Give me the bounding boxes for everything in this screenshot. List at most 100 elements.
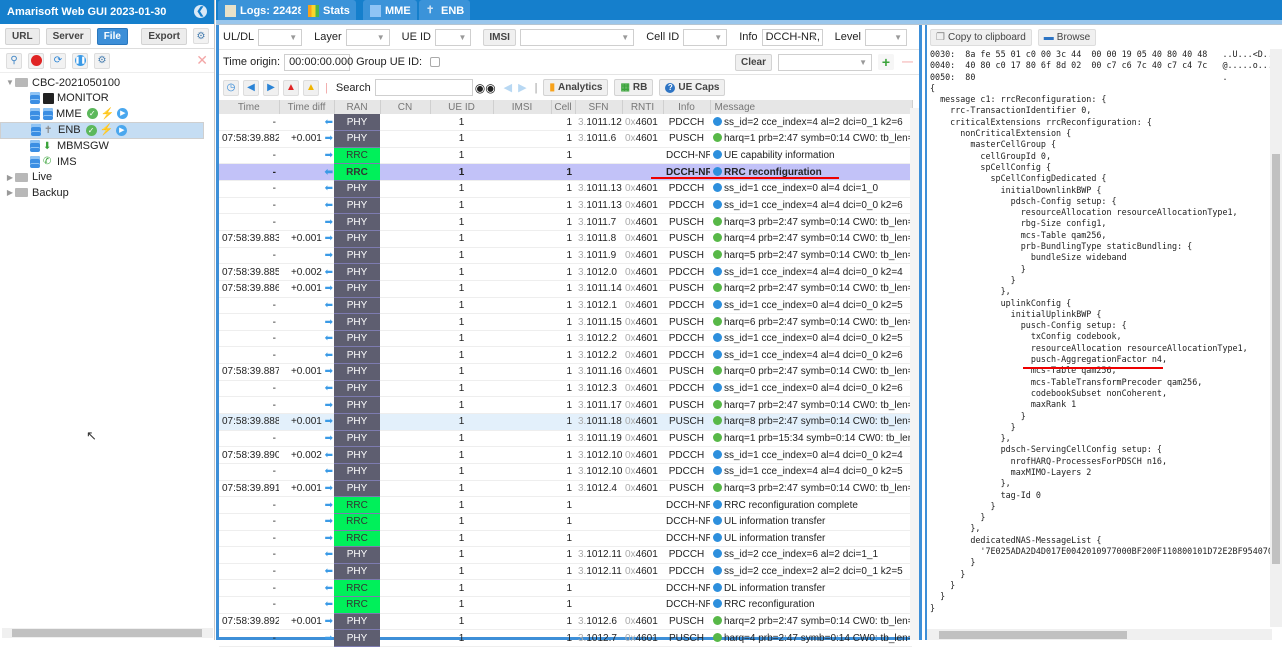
play-icon[interactable]: ▶ — [117, 108, 129, 120]
filter-preset-select[interactable]: ▼ — [778, 53, 872, 71]
connect-icon[interactable]: ⚙ — [94, 52, 110, 69]
export-button[interactable]: Export — [141, 27, 187, 45]
column-header[interactable]: Message — [710, 100, 913, 114]
table-row[interactable]: - ⬅ PHY 1 1 3.1011.12 0x4601 PDCCH ss_id=2 cce_… — [219, 114, 912, 132]
table-row[interactable]: - ⬅ PHY 1 1 3.1011.13 0x4601 PDCCH ss_id=1 cce_… — [219, 180, 912, 198]
table-row[interactable]: - ➡ PHY 1 1 3.1011.7 0x4601 PUSCH harq=3 prb=2:… — [219, 213, 912, 231]
expand-arrow-icon[interactable]: ▼ — [5, 78, 15, 87]
expand-arrow-icon[interactable]: ▶ — [5, 188, 15, 197]
tab-mme[interactable]: MME — [363, 0, 417, 22]
search-input[interactable] — [374, 79, 473, 96]
column-header[interactable]: RNTI — [622, 100, 664, 114]
table-row[interactable]: - ➡ RRC 1 1 DCCH-NR UL information transfer — [219, 513, 912, 531]
close-icon[interactable]: ✕ — [196, 52, 208, 69]
tab-stats[interactable]: Stats — [301, 0, 356, 22]
layer-select[interactable]: ▼ — [345, 28, 390, 46]
tree-node-mbmsgw[interactable]: ⬇ MBMSGW — [0, 139, 214, 155]
table-row[interactable]: 07:58:39.883 +0.001 ➡ PHY 1 1 3.1011.8 0x4601 P… — [219, 230, 912, 248]
table-row[interactable]: 07:58:39.885 +0.002 ⬅ PHY 1 1 3.1012.0 0x4601 P… — [219, 263, 912, 281]
tree-node-mme[interactable]: MME ✓ ⚡ ▶ — [0, 106, 214, 122]
table-row[interactable]: - ⬅ RRC 1 1 DCCH-NR DL information transfer — [219, 579, 912, 598]
level-select[interactable]: ▼ — [864, 28, 907, 46]
warning-icon[interactable]: ▲ — [303, 79, 319, 96]
ueid-select[interactable]: ▼ — [435, 28, 472, 46]
column-header[interactable]: UE ID — [430, 100, 494, 114]
search-prev-icon[interactable]: ◀ — [504, 81, 512, 94]
table-row[interactable]: - ⬅ PHY 1 1 3.1012.1 0x4601 PDCCH ss_id=1 cce_i… — [219, 297, 912, 315]
table-row[interactable]: 07:58:39.887 +0.001 ➡ PHY 1 1 3.1011.16 0x4601… — [219, 363, 912, 381]
cellid-select[interactable]: ▼ — [683, 28, 728, 46]
column-header[interactable]: Time — [219, 100, 280, 114]
expand-arrow-icon[interactable]: ▶ — [5, 173, 15, 182]
table-row[interactable]: - ➡ RRC 1 1 DCCH-NR UL information transfer — [219, 530, 912, 548]
search-icon[interactable]: ⚲ — [6, 52, 22, 69]
table-vertical-scrollbar[interactable] — [910, 108, 919, 640]
clock-icon[interactable]: ◷ — [223, 79, 239, 96]
table-row[interactable]: 07:58:39.882 +0.001 ➡ PHY 1 1 3.1011.6 0x4601 P… — [219, 130, 912, 148]
column-header[interactable]: IMSI — [493, 100, 552, 114]
table-row[interactable]: - ⬅ RRC 1 1 DCCH-NR RRC reconfiguration — [219, 596, 912, 614]
url-button[interactable]: URL — [5, 27, 40, 45]
arrow-right-icon[interactable]: ▶ — [263, 79, 279, 96]
group-ueid-checkbox[interactable] — [430, 57, 441, 67]
detail-vertical-scrollbar[interactable] — [1270, 49, 1282, 627]
tree-node-enb[interactable]: ✝ ENB ✓ ⚡ ▶ — [0, 121, 204, 139]
column-header[interactable]: CN — [380, 100, 431, 114]
info-select[interactable]: DCCH-NR, ▼ — [761, 28, 823, 46]
table-row[interactable]: - ⬅ PHY 1 1 3.1012.11 0x4601 PDCCH ss_id=2 cce_… — [219, 546, 912, 564]
rb-button[interactable]: ▦ RB — [614, 79, 654, 96]
table-row[interactable]: - ➡ PHY 1 1 3.1011.9 0x4601 PUSCH harq=5 prb=2:… — [219, 247, 912, 265]
table-row[interactable]: 07:58:39.886 +0.001 ➡ PHY 1 1 3.1011.14 0x4601… — [219, 280, 912, 298]
tree-node-monitor[interactable]: MONITOR — [0, 91, 214, 107]
arrow-left-icon[interactable]: ◀ — [243, 79, 259, 96]
column-header[interactable]: Time diff — [279, 100, 335, 114]
tree-node-live[interactable]: ▶ Live — [0, 170, 214, 186]
refresh-icon[interactable]: ⟳ — [50, 52, 66, 69]
binoculars-icon[interactable]: ◉◉ — [475, 81, 496, 95]
copy-to-clipboard-button[interactable]: ❐ Copy to clipboard — [930, 28, 1032, 46]
table-row[interactable]: - ⬅ PHY 1 1 3.1012.3 0x4601 PDCCH ss_id=1 cce_i… — [219, 380, 912, 398]
file-button[interactable]: File — [96, 27, 128, 45]
clear-button[interactable]: Clear — [734, 53, 772, 71]
pause-icon[interactable]: ❚❚ — [72, 52, 88, 69]
browse-button[interactable]: ▬ Browse — [1037, 28, 1097, 46]
detail-horizontal-scrollbar[interactable] — [927, 629, 1272, 640]
server-button[interactable]: Server — [45, 27, 91, 45]
table-row[interactable]: - ⬅ PHY 1 1 3.1012.11 0x4601 PDCCH ss_id=2 cce_… — [219, 563, 912, 581]
remove-icon[interactable]: — — [902, 56, 913, 68]
table-row[interactable]: - ➡ PHY 1 1 3.1011.19 0x4601 PUSCH harq=1 prb=1… — [219, 430, 912, 448]
uldl-select[interactable]: ▼ — [258, 28, 303, 46]
stop-icon[interactable] — [28, 52, 44, 69]
table-row[interactable]: - ⬅ PHY 1 1 3.1012.10 0x4601 PDCCH ss_id=1 cce_… — [219, 463, 912, 481]
tree-node-cbc[interactable]: ▼ CBC-2021050100 — [0, 75, 214, 91]
tree-node-ims[interactable]: ✆ IMS — [0, 154, 214, 170]
left-horizontal-scrollbar[interactable] — [2, 628, 213, 638]
table-row[interactable]: 07:58:39.890 +0.002 ⬅ PHY 1 1 3.1012.10 0x4601… — [219, 446, 912, 464]
table-row[interactable]: - ⬅ PHY 1 1 3.1011.13 0x4601 PDCCH ss_id=1 cce_… — [219, 197, 912, 215]
add-icon[interactable]: + — [878, 54, 894, 70]
play-icon[interactable]: ▶ — [116, 124, 128, 136]
tab-enb[interactable]: ✝ ENB — [419, 0, 471, 22]
table-row[interactable]: - ➡ RRC 1 1 DCCH-NR UE capability information — [219, 147, 912, 165]
time-origin-input[interactable]: 00:00:00.000 — [284, 53, 353, 71]
column-header[interactable]: RAN — [334, 100, 381, 114]
table-row[interactable]: 07:58:39.891 +0.001 ➡ PHY 1 1 3.1012.4 0x4601 P… — [219, 480, 912, 498]
tab-logs[interactable]: Logs: 22428 — [218, 0, 310, 22]
table-row[interactable]: 07:58:39.888 +0.001 ➡ PHY 1 1 3.1011.18 0x4601… — [219, 413, 912, 431]
analytics-button[interactable]: ▮ Analytics — [543, 79, 609, 96]
tree-node-backup[interactable]: ▶ Backup — [0, 185, 214, 201]
table-row[interactable]: - ➡ PHY 1 1 3.1011.17 0x4601 PUSCH harq=7 prb=2… — [219, 396, 912, 415]
table-row[interactable]: - ➡ PHY 1 1 3.1012.7 0x4601 PUSCH harq=4 prb=2:… — [219, 629, 912, 647]
column-header[interactable]: SFN — [575, 100, 623, 114]
table-row[interactable]: - ➡ PHY 1 1 3.1011.15 0x4601 PUSCH harq=6 prb=2… — [219, 313, 912, 331]
search-next-icon[interactable]: ▶ — [518, 81, 526, 94]
column-header[interactable]: Cell — [551, 100, 576, 114]
column-header[interactable]: Info — [663, 100, 711, 114]
imsi-select[interactable]: ▼ — [519, 28, 635, 46]
imsi-button[interactable]: IMSI — [483, 28, 516, 46]
settings-icon[interactable]: ⚙ — [193, 28, 209, 44]
table-row[interactable]: - ⬅ PHY 1 1 3.1012.2 0x4601 PDCCH ss_id=1 cce_i… — [219, 346, 912, 365]
ue-caps-button[interactable]: ? UE Caps — [659, 79, 726, 96]
error-icon[interactable]: ▲ — [283, 79, 299, 96]
table-row[interactable]: 07:58:39.892 +0.001 ➡ PHY 1 1 3.1012.6 0x4601 P… — [219, 613, 912, 631]
